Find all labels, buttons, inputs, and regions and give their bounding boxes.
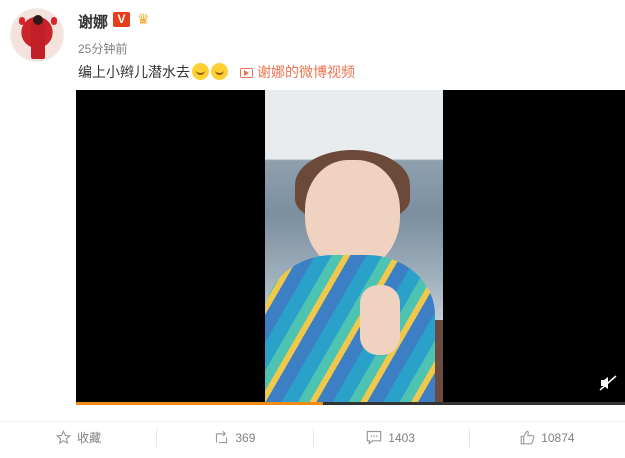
video-link-label: 谢娜的微博视频 [257, 64, 355, 80]
action-bar: 收藏 369 1403 10874 [0, 421, 625, 453]
crown-icon[interactable]: ♛ [137, 12, 157, 27]
video-face [305, 160, 400, 270]
video-progress-fill [76, 402, 324, 405]
video-progress-bar[interactable] [76, 402, 625, 405]
repost-button[interactable]: 369 [156, 422, 312, 454]
thumbs-up-icon [519, 430, 535, 446]
comment-icon [366, 430, 382, 446]
repost-icon [213, 430, 229, 446]
video-link[interactable]: 谢娜的微博视频 [240, 62, 355, 82]
like-count: 10874 [541, 430, 575, 445]
smile-emoji-icon [211, 63, 228, 80]
avatar-figure [31, 19, 45, 59]
post-body: 编上小辫儿潜水去 [78, 64, 190, 80]
verified-v-icon[interactable]: V [113, 12, 130, 27]
mute-icon[interactable] [599, 375, 617, 391]
post-text: 编上小辫儿潜水去 谢娜的微博视频 [78, 62, 355, 82]
post-time[interactable]: 25分钟前 [78, 40, 127, 57]
like-button[interactable]: 10874 [468, 422, 625, 454]
video-frame [265, 90, 443, 403]
repost-count: 369 [235, 430, 256, 445]
avatar-figure-head [33, 15, 43, 25]
favorite-button[interactable]: 收藏 [0, 422, 156, 454]
comment-button[interactable]: 1403 [312, 422, 469, 454]
favorite-label: 收藏 [77, 431, 102, 445]
video-icon [240, 68, 253, 78]
video-player[interactable] [76, 90, 625, 405]
comment-count: 1403 [388, 430, 415, 445]
author-name[interactable]: 谢娜 [78, 11, 108, 32]
video-towel [265, 255, 435, 403]
author-avatar[interactable] [10, 8, 64, 62]
lantern-decoration [19, 17, 25, 25]
laughing-emoji-icon [192, 63, 209, 80]
weibo-post-card: 谢娜 V ♛ 25分钟前 编上小辫儿潜水去 谢娜的微博视频 收藏 369 140… [0, 0, 625, 458]
lantern-decoration [51, 17, 57, 25]
video-hand [360, 285, 400, 355]
star-icon [55, 429, 71, 446]
